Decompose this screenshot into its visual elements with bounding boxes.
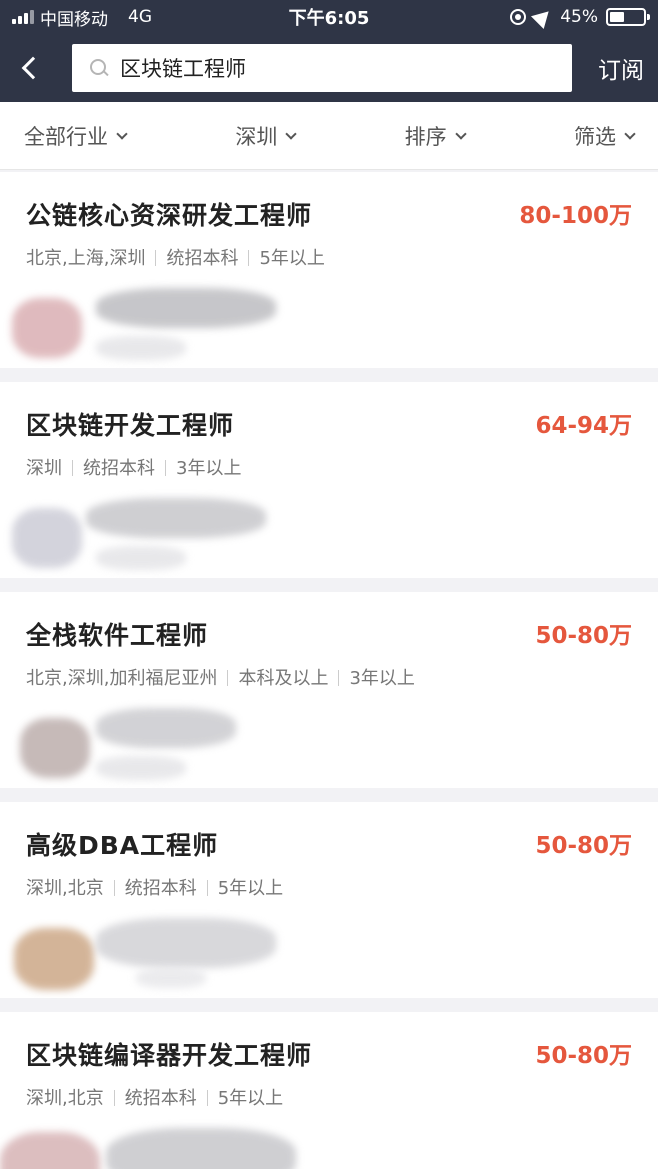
back-button[interactable] — [10, 48, 50, 88]
job-location: 深圳,北京 — [26, 878, 104, 899]
search-box[interactable] — [72, 44, 572, 92]
job-card[interactable]: 全栈软件工程师 50-80万 北京,深圳,加利福尼亚州 本科及以上 3年以上 — [0, 592, 658, 788]
battery-percent: 45% — [560, 7, 598, 27]
redacted-text — [86, 498, 266, 538]
job-title: 公链核心资深研发工程师 — [26, 201, 313, 230]
redacted-text — [96, 288, 276, 328]
search-icon — [90, 59, 108, 77]
job-tags: 深圳 统招本科 3年以上 — [26, 454, 632, 480]
job-education: 统招本科 — [62, 454, 155, 480]
redacted-text — [96, 756, 186, 780]
chevron-down-icon — [454, 127, 467, 140]
filter-label: 深圳 — [235, 124, 278, 149]
battery-icon — [606, 8, 650, 26]
chevron-down-icon — [116, 127, 128, 140]
job-location: 北京,深圳,加利福尼亚州 — [26, 668, 218, 689]
job-title: 区块链编译器开发工程师 — [26, 1041, 313, 1070]
job-tags: 深圳,北京 统招本科 5年以上 — [26, 874, 632, 900]
job-experience: 5年以上 — [197, 1084, 283, 1110]
filter-label: 筛选 — [573, 124, 616, 149]
job-education: 统招本科 — [104, 1084, 197, 1110]
job-title: 全栈软件工程师 — [26, 621, 209, 650]
search-bar: 订阅 — [0, 34, 658, 102]
recruiter-info — [12, 288, 632, 378]
recruiter-info — [20, 708, 632, 798]
job-title: 区块链开发工程师 — [26, 411, 235, 440]
location-icon — [531, 4, 556, 30]
job-tags: 北京,上海,深圳 统招本科 5年以上 — [26, 244, 632, 270]
job-experience: 3年以上 — [328, 664, 414, 690]
job-location: 深圳,北京 — [26, 1088, 104, 1109]
redacted-text — [96, 708, 236, 748]
job-card[interactable]: 区块链开发工程师 64-94万 深圳 统招本科 3年以上 — [0, 382, 658, 578]
redacted-text — [96, 546, 186, 570]
carrier-name: 中国移动 — [40, 9, 108, 30]
avatar — [14, 928, 94, 990]
chevron-down-icon — [624, 127, 636, 140]
job-location: 深圳 — [26, 458, 62, 479]
avatar — [20, 718, 90, 778]
job-experience: 5年以上 — [238, 244, 324, 270]
network-type: 4G — [128, 7, 152, 27]
job-education: 统招本科 — [145, 244, 238, 270]
redacted-text — [96, 918, 276, 968]
job-card[interactable]: 公链核心资深研发工程师 80-100万 北京,上海,深圳 统招本科 5年以上 — [0, 172, 658, 368]
filter-label: 排序 — [404, 124, 447, 149]
job-list: 公链核心资深研发工程师 80-100万 北京,上海,深圳 统招本科 5年以上 区… — [0, 170, 658, 1169]
job-education: 本科及以上 — [217, 664, 328, 690]
salary: 50-80万 — [535, 833, 632, 859]
job-card[interactable]: 区块链编译器开发工程师 50-80万 深圳,北京 统招本科 5年以上 — [0, 1012, 658, 1169]
salary: 50-80万 — [535, 1043, 632, 1069]
status-bar: 中国移动 4G 下午6:05 45% — [0, 0, 658, 34]
filter-bar: 全部行业 深圳 排序 筛选 — [0, 102, 658, 170]
rotation-lock-icon — [510, 9, 527, 25]
recruiter-info — [14, 918, 632, 1008]
salary: 80-100万 — [519, 203, 632, 229]
filter-label: 全部行业 — [24, 124, 108, 149]
avatar — [0, 1132, 100, 1169]
salary: 64-94万 — [535, 413, 632, 439]
redacted-text — [136, 968, 206, 988]
chevron-left-icon — [21, 56, 45, 80]
job-card[interactable]: 高级DBA工程师 50-80万 深圳,北京 统招本科 5年以上 — [0, 802, 658, 998]
filter-industry[interactable]: 全部行业 — [24, 121, 128, 151]
recruiter-info — [0, 1128, 632, 1169]
recruiter-info — [12, 498, 632, 588]
job-title: 高级DBA工程师 — [26, 831, 219, 860]
job-experience: 3年以上 — [155, 454, 241, 480]
chevron-down-icon — [285, 127, 297, 140]
avatar — [12, 508, 82, 568]
subscribe-button[interactable]: 订阅 — [598, 51, 644, 85]
search-input[interactable] — [120, 56, 540, 80]
app-header: 中国移动 4G 下午6:05 45% 订阅 — [0, 0, 658, 102]
signal-icon — [12, 10, 34, 24]
job-education: 统招本科 — [104, 874, 197, 900]
avatar — [12, 298, 82, 358]
filter-city[interactable]: 深圳 — [235, 121, 297, 151]
filter-sort[interactable]: 排序 — [404, 121, 467, 151]
job-tags: 北京,深圳,加利福尼亚州 本科及以上 3年以上 — [26, 664, 632, 690]
clock: 下午6:05 — [288, 8, 370, 29]
job-experience: 5年以上 — [197, 874, 283, 900]
salary: 50-80万 — [535, 623, 632, 649]
job-location: 北京,上海,深圳 — [26, 248, 146, 269]
filter-more[interactable]: 筛选 — [573, 121, 636, 151]
redacted-text — [106, 1128, 296, 1169]
job-tags: 深圳,北京 统招本科 5年以上 — [26, 1084, 632, 1110]
redacted-text — [96, 336, 186, 360]
